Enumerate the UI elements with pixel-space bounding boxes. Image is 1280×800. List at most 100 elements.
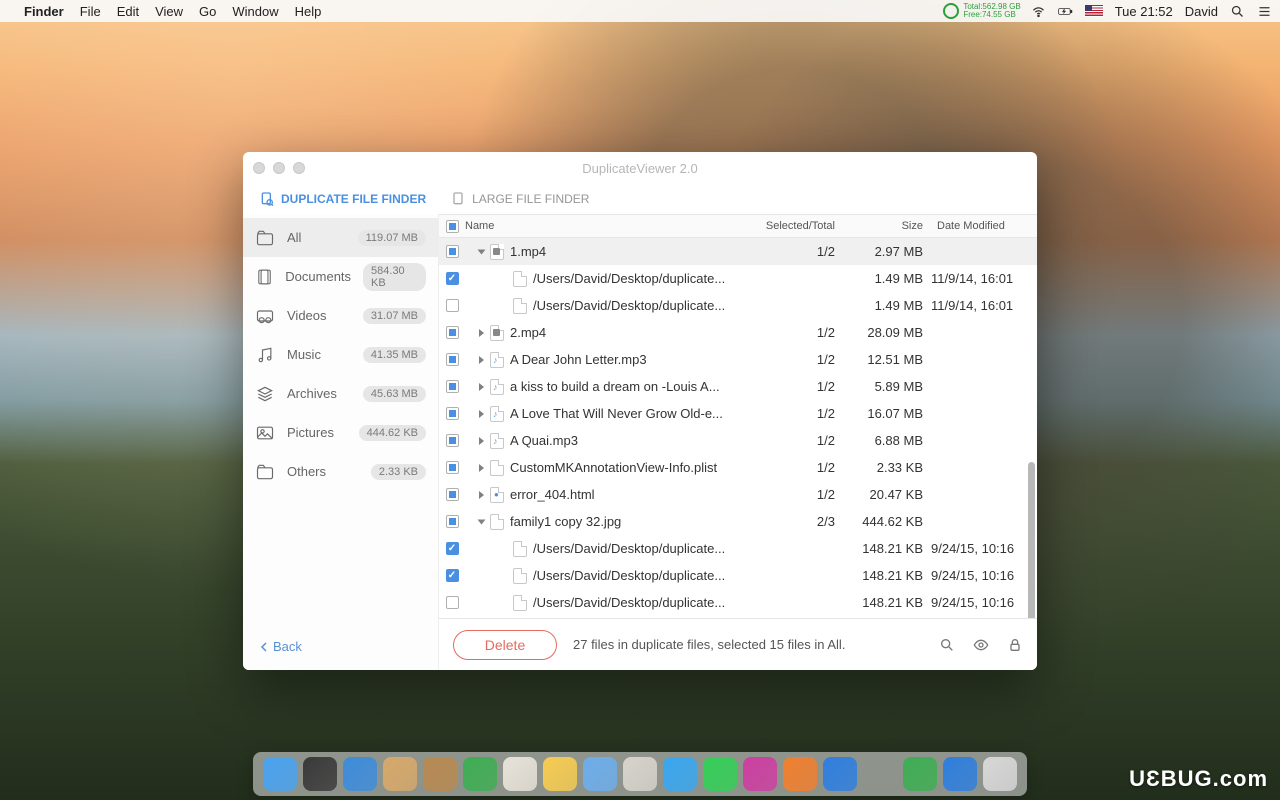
row-checkbox[interactable] [446,569,459,582]
menu-window[interactable]: Window [232,4,278,19]
table-row[interactable]: 1.mp4 1/2 2.97 MB [439,238,1037,265]
titlebar[interactable]: DuplicateViewer 2.0 [243,152,1037,184]
row-checkbox[interactable] [446,353,459,366]
spotlight-icon[interactable] [1230,4,1245,19]
table-row[interactable]: A Love That Will Never Grow Old-e... 1/2… [439,400,1037,427]
menubar-user[interactable]: David [1185,4,1218,19]
back-button[interactable]: Back [259,639,302,654]
table-row[interactable]: /Users/David/Desktop/duplicate... 1.49 M… [439,265,1037,292]
row-checkbox[interactable] [446,299,459,312]
dock-app-0[interactable] [263,757,297,791]
disclosure-triangle[interactable] [478,519,486,524]
selected-count: 1/2 [749,406,845,421]
table-row[interactable]: MMLocationManager-master.zip 1/2 45.63 M… [439,616,1037,618]
disclosure-triangle[interactable] [479,356,484,364]
col-name[interactable]: Name [465,220,749,232]
table-row[interactable]: CustomMKAnnotationView-Info.plist 1/2 2.… [439,454,1037,481]
row-checkbox[interactable] [446,272,459,285]
dock-app-4[interactable] [423,757,457,791]
menu-file[interactable]: File [80,4,101,19]
dock-app-12[interactable] [743,757,777,791]
row-checkbox[interactable] [446,380,459,393]
table-row[interactable]: family1 copy 32.jpg 2/3 444.62 KB [439,508,1037,535]
dock-app-10[interactable] [663,757,697,791]
dock-app-14[interactable] [823,757,857,791]
minimize-button[interactable] [273,162,285,174]
dock-app-8[interactable] [583,757,617,791]
dock-app-2[interactable] [343,757,377,791]
col-selected[interactable]: Selected/Total [749,220,845,232]
tab-duplicate-finder[interactable]: DUPLICATE FILE FINDER [259,191,426,207]
lock-icon[interactable] [1007,637,1023,653]
search-icon[interactable] [939,637,955,653]
disclosure-triangle[interactable] [479,464,484,472]
menu-help[interactable]: Help [295,4,322,19]
sidebar-item-pictures[interactable]: Pictures 444.62 KB [243,413,438,452]
battery-icon[interactable] [1058,4,1073,19]
table-row[interactable]: A Dear John Letter.mp3 1/2 12.51 MB [439,346,1037,373]
scrollbar[interactable] [1028,462,1035,618]
disk-indicator[interactable]: Total:562.98 GB Free:74.55 GB [943,3,1018,19]
dock-app-3[interactable] [383,757,417,791]
col-date[interactable]: Date Modified [931,220,1037,232]
disclosure-triangle[interactable] [479,383,484,391]
table-row[interactable]: /Users/David/Desktop/duplicate... 148.21… [439,535,1037,562]
row-checkbox[interactable] [446,326,459,339]
sidebar-label: Music [287,347,321,362]
close-button[interactable] [253,162,265,174]
footer: Delete 27 files in duplicate files, sele… [439,618,1037,670]
row-checkbox[interactable] [446,542,459,555]
menubar-clock[interactable]: Tue 21:52 [1115,4,1173,19]
notification-center-icon[interactable] [1257,4,1272,19]
dock-app-5[interactable] [463,757,497,791]
dock-app-16[interactable] [903,757,937,791]
disclosure-triangle[interactable] [478,249,486,254]
row-checkbox[interactable] [446,407,459,420]
disclosure-triangle[interactable] [479,491,484,499]
sidebar-item-archives[interactable]: Archives 45.63 MB [243,374,438,413]
dock-app-13[interactable] [783,757,817,791]
sidebar-item-others[interactable]: Others 2.33 KB [243,452,438,491]
table-row[interactable]: 2.mp4 1/2 28.09 MB [439,319,1037,346]
tab-large-finder[interactable]: LARGE FILE FINDER [450,191,589,207]
menu-go[interactable]: Go [199,4,216,19]
disclosure-triangle[interactable] [479,410,484,418]
menu-view[interactable]: View [155,4,183,19]
menubar-app[interactable]: Finder [24,4,64,19]
sidebar-item-videos[interactable]: Videos 31.07 MB [243,296,438,335]
input-source-flag[interactable] [1085,5,1103,17]
disclosure-triangle[interactable] [479,437,484,445]
row-checkbox[interactable] [446,515,459,528]
dock-app-18[interactable] [983,757,1017,791]
video-icon [255,306,275,326]
dock-app-1[interactable] [303,757,337,791]
dock-app-9[interactable] [623,757,657,791]
menu-edit[interactable]: Edit [117,4,139,19]
table-row[interactable]: /Users/David/Desktop/duplicate... 1.49 M… [439,292,1037,319]
sidebar-item-documents[interactable]: Documents 584.30 KB [243,257,438,296]
disclosure-triangle[interactable] [479,329,484,337]
col-size[interactable]: Size [845,220,931,232]
row-checkbox[interactable] [446,461,459,474]
dock-app-17[interactable] [943,757,977,791]
table-row[interactable]: A Quai.mp3 1/2 6.88 MB [439,427,1037,454]
dock-app-7[interactable] [543,757,577,791]
dock-app-6[interactable] [503,757,537,791]
select-all-checkbox[interactable] [446,220,459,233]
row-checkbox[interactable] [446,434,459,447]
zoom-button[interactable] [293,162,305,174]
table-row[interactable]: /Users/David/Desktop/duplicate... 148.21… [439,562,1037,589]
preview-icon[interactable] [973,637,989,653]
dock-app-11[interactable] [703,757,737,791]
sidebar-item-all[interactable]: All 119.07 MB [243,218,438,257]
table-row[interactable]: error_404.html 1/2 20.47 KB [439,481,1037,508]
row-checkbox[interactable] [446,488,459,501]
dock-app-15[interactable] [863,757,897,791]
delete-button[interactable]: Delete [453,630,557,660]
sidebar-item-music[interactable]: Music 41.35 MB [243,335,438,374]
wifi-icon[interactable] [1031,4,1046,19]
row-checkbox[interactable] [446,596,459,609]
row-checkbox[interactable] [446,245,459,258]
table-row[interactable]: a kiss to build a dream on -Louis A... 1… [439,373,1037,400]
table-row[interactable]: /Users/David/Desktop/duplicate... 148.21… [439,589,1037,616]
